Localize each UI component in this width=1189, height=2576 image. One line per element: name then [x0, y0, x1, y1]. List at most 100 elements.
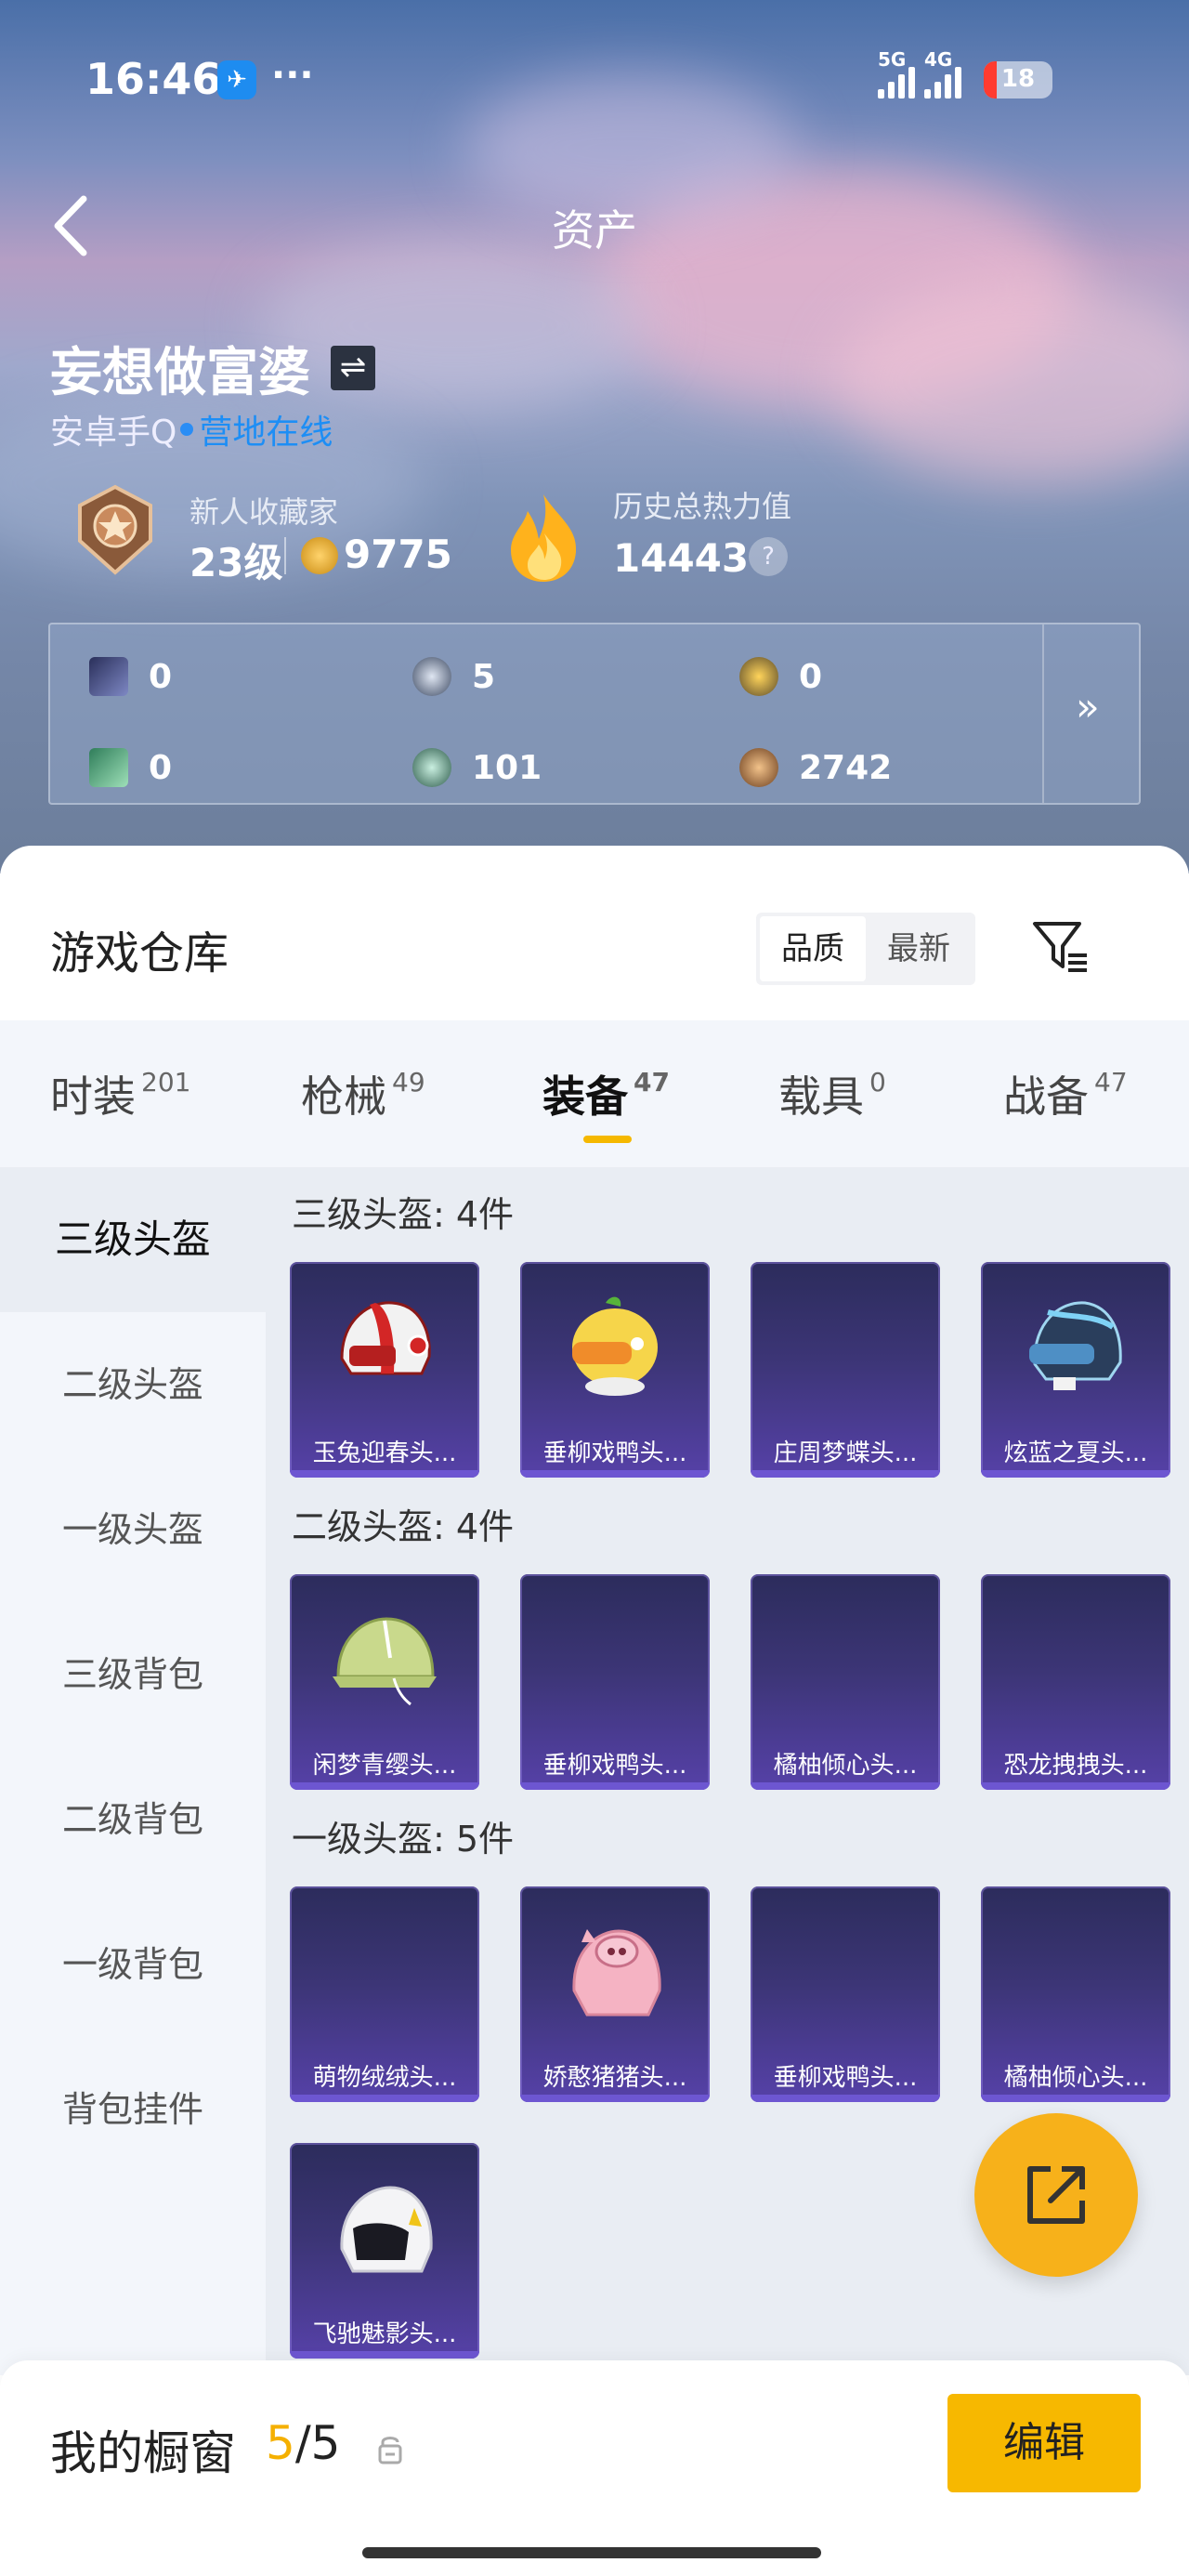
- card-accent: [290, 1782, 479, 1790]
- item-name: 垂柳戏鸭头...: [542, 1439, 687, 1467]
- tab-weapons[interactable]: 枪械 49: [301, 1063, 425, 1124]
- item-card[interactable]: 橘柚倾心头...: [981, 1886, 1170, 2102]
- card-accent: [520, 2095, 710, 2102]
- ticket-icon: [89, 748, 128, 787]
- item-card[interactable]: 恐龙拽拽头...: [981, 1574, 1170, 1790]
- lock-icon: [378, 2437, 402, 2464]
- currency-value: 101: [472, 748, 542, 787]
- item-card[interactable]: 闲梦青缨头...: [290, 1574, 479, 1790]
- rank-title: 新人收藏家: [189, 494, 339, 530]
- active-tab-indicator: [583, 1136, 632, 1143]
- help-icon[interactable]: ?: [749, 537, 788, 576]
- showcase-title: 我的橱窗: [50, 2426, 236, 2480]
- card-accent: [981, 2095, 1170, 2102]
- sort-quality-button[interactable]: 品质: [760, 916, 866, 981]
- divider: [1042, 624, 1044, 803]
- account-info: 安卓手Q 营地在线: [50, 405, 333, 453]
- page-title: 资产: [552, 205, 637, 256]
- item-name: 庄周梦蝶头...: [773, 1439, 918, 1467]
- platform-label: 安卓手Q: [50, 414, 177, 452]
- history-heat-label: 历史总热力值: [613, 489, 792, 524]
- edit-button[interactable]: 编辑: [947, 2394, 1141, 2492]
- app-notification-icon: ✈: [217, 60, 256, 99]
- collection-points: 9775: [344, 532, 452, 577]
- sort-latest-button[interactable]: 最新: [866, 916, 972, 981]
- status-bar: 16:46 ✈ ··· 5G 4G 18: [0, 0, 1189, 158]
- item-name: 闲梦青缨头...: [312, 1752, 457, 1780]
- double-chevron-right-icon[interactable]: »: [1076, 684, 1100, 729]
- item-card[interactable]: 垂柳戏鸭头...: [751, 1886, 940, 2102]
- warehouse-sheet: 游戏仓库 品质 最新 时装 201 枪械 49 装备 47 载具 0 战备 47 三级头盔…: [0, 846, 1189, 2576]
- cloud-decoration: [260, 242, 650, 409]
- currency-ticket: 0: [89, 740, 172, 795]
- home-indicator[interactable]: [362, 2547, 821, 2558]
- medal-coin-icon: [739, 748, 778, 787]
- item-card[interactable]: 玉兔迎春头...: [290, 1262, 479, 1478]
- card-accent: [981, 1470, 1170, 1478]
- item-card[interactable]: 娇憨猪猪头...: [520, 1886, 710, 2102]
- item-card[interactable]: 萌物绒绒头...: [290, 1886, 479, 2102]
- share-fab-button[interactable]: [974, 2113, 1138, 2277]
- tab-equipment[interactable]: 装备 47: [542, 1063, 670, 1124]
- showcase-count: 5/5: [266, 2416, 340, 2470]
- card-accent: [751, 2095, 940, 2102]
- divider: [284, 537, 286, 574]
- card-accent: [290, 2351, 479, 2359]
- currency-value: 0: [149, 657, 173, 696]
- sidebar-item-level3-helmet[interactable]: 三级头盔: [0, 1167, 266, 1312]
- currency-medal-coin: 2742: [739, 740, 892, 795]
- card-accent: [981, 1782, 1170, 1790]
- card-accent: [290, 1470, 479, 1478]
- item-card[interactable]: 垂柳戏鸭头...: [520, 1262, 710, 1478]
- currency-panel[interactable]: 0 5 0 0 101 2742 »: [48, 623, 1141, 805]
- helmet-duck-icon: [572, 1296, 658, 1396]
- item-name: 炫蓝之夏头...: [1003, 1439, 1148, 1467]
- card-accent: [751, 1782, 940, 1790]
- sidebar-item-level3-backpack[interactable]: 三级背包: [0, 1602, 266, 1747]
- card-icon: [89, 657, 128, 696]
- token-icon: [412, 657, 451, 696]
- card-accent: [520, 1782, 710, 1790]
- username: 妄想做富婆: [50, 343, 310, 403]
- currency-value: 2742: [799, 748, 893, 787]
- warehouse-title: 游戏仓库: [50, 927, 229, 979]
- tab-supplies[interactable]: 战备 47: [1003, 1063, 1128, 1124]
- item-card[interactable]: 垂柳戏鸭头...: [520, 1574, 710, 1790]
- showcase-count-current: 5: [266, 2416, 295, 2470]
- helmet-green-icon: [333, 1617, 437, 1706]
- showcase-bar: 我的橱窗 5/5 编辑: [0, 2360, 1189, 2576]
- tab-vehicles[interactable]: 载具 0: [778, 1063, 886, 1124]
- showcase-count-total: /5: [294, 2416, 341, 2470]
- sidebar-item-backpack-charm[interactable]: 背包挂件: [0, 2037, 266, 2182]
- item-name: 恐龙拽拽头...: [1003, 1752, 1148, 1780]
- item-card[interactable]: 橘柚倾心头...: [751, 1574, 940, 1790]
- item-card[interactable]: 炫蓝之夏头...: [981, 1262, 1170, 1478]
- external-link-icon: [1027, 2166, 1085, 2224]
- tab-fashion[interactable]: 时装 201: [50, 1063, 190, 1124]
- category-tabs: 时装 201 枪械 49 装备 47 载具 0 战备 47: [0, 1020, 1189, 1167]
- sidebar-item-level2-helmet[interactable]: 二级头盔: [0, 1312, 266, 1457]
- item-name: 垂柳戏鸭头...: [542, 1752, 687, 1780]
- coupon-icon: [739, 657, 778, 696]
- sidebar-item-level1-backpack[interactable]: 一级背包: [0, 1892, 266, 2037]
- helmet-white-racing-icon: [340, 2186, 433, 2273]
- coin-icon: [412, 748, 451, 787]
- switch-account-icon[interactable]: ⇌: [331, 346, 375, 390]
- sidebar-item-level2-backpack[interactable]: 二级背包: [0, 1747, 266, 1892]
- history-heat-value: 14443: [613, 535, 750, 581]
- points-icon: [301, 537, 338, 574]
- card-accent: [520, 1470, 710, 1478]
- currency-token: 5: [412, 649, 495, 704]
- item-card[interactable]: 飞驰魅影头...: [290, 2143, 479, 2359]
- sidebar-item-level1-helmet[interactable]: 一级头盔: [0, 1457, 266, 1602]
- online-status: 营地在线: [199, 414, 333, 452]
- filter-icon[interactable]: [1031, 916, 1091, 976]
- player-level: 23级: [189, 540, 283, 585]
- item-name: 橘柚倾心头...: [1003, 2064, 1148, 2092]
- online-dot-icon: [180, 423, 194, 436]
- item-name: 橘柚倾心头...: [773, 1752, 918, 1780]
- currency-value: 0: [799, 657, 823, 696]
- item-card[interactable]: 庄周梦蝶头...: [751, 1262, 940, 1478]
- card-accent: [751, 1470, 940, 1478]
- battery-icon: 18: [984, 61, 1052, 99]
